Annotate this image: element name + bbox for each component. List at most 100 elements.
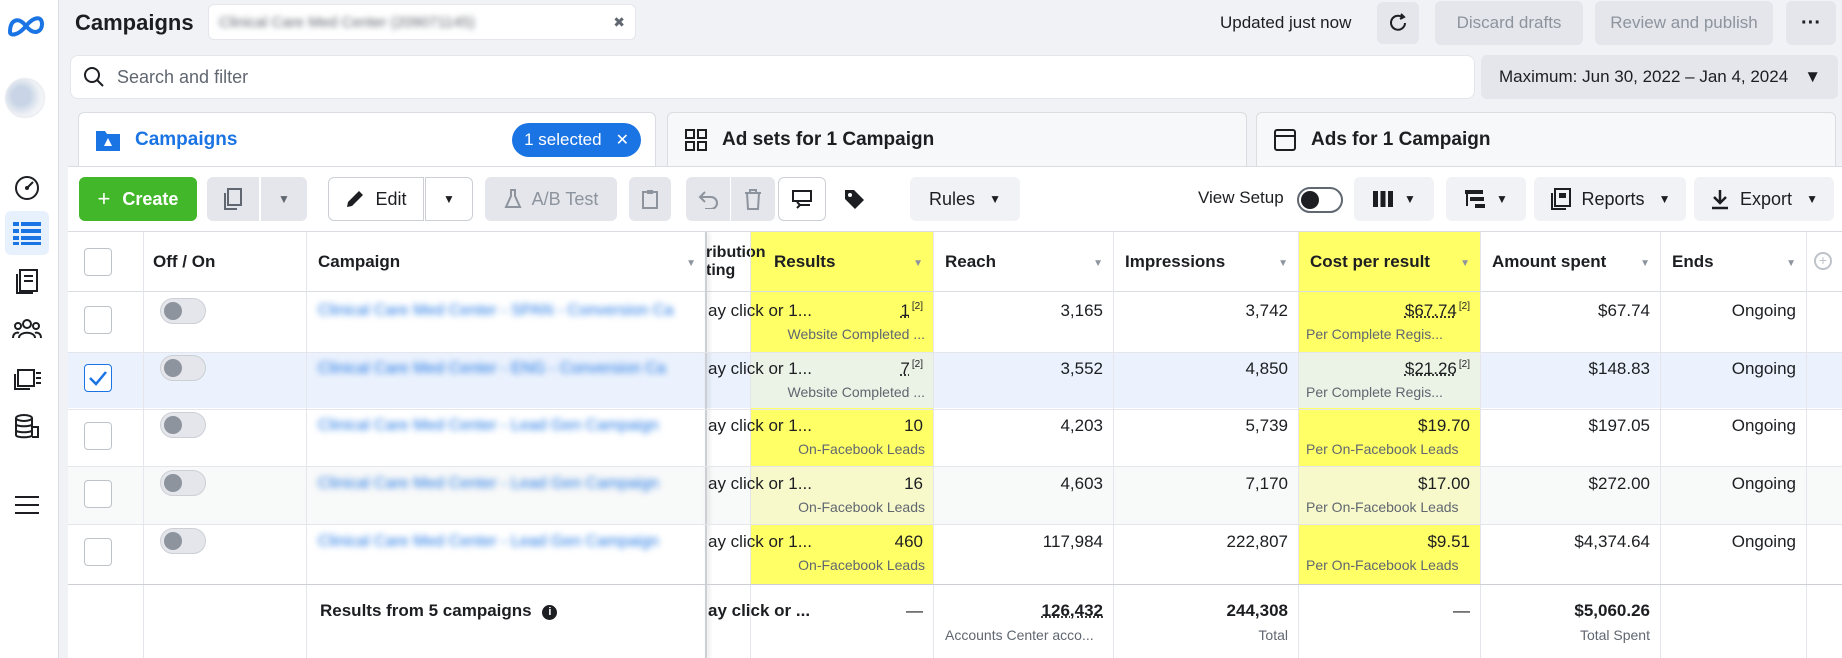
columns-button[interactable]: ▼ <box>1354 177 1434 221</box>
duplicate-dropdown-button[interactable]: ▼ <box>261 177 307 221</box>
ends-cell: Ongoing <box>1731 532 1796 551</box>
header-amount-spent[interactable]: Amount spent ▼ <box>1480 232 1660 292</box>
duplicate-button[interactable] <box>207 177 259 221</box>
rail-overview-button[interactable] <box>5 165 49 209</box>
edit-dropdown-button[interactable]: ▼ <box>425 177 473 221</box>
ad-window-icon <box>1273 128 1297 152</box>
caret-down-icon: ▼ <box>989 192 1001 206</box>
cost-subtext: Per On-Facebook Leads <box>1306 499 1459 515</box>
rail-billing-button[interactable] <box>5 405 49 449</box>
search-bar[interactable] <box>70 55 1475 99</box>
rail-ads-library-button[interactable] <box>5 356 49 400</box>
header-cost-per-result[interactable]: Cost per result ▼ <box>1298 232 1480 292</box>
header-results-label: Results <box>774 252 836 271</box>
discard-drafts-button[interactable]: Discard drafts <box>1435 1 1583 45</box>
row-checkbox[interactable] <box>84 306 112 334</box>
tab-campaigns[interactable]: Campaigns 1 selected ✕ <box>78 112 656 166</box>
campaign-toggle[interactable] <box>160 470 206 496</box>
campaign-name-link[interactable]: Clinical Care Med Center - Lead Gen Camp… <box>318 533 688 551</box>
header-off-on[interactable]: Off / On <box>143 232 305 292</box>
row-checkbox-checked[interactable] <box>84 364 112 392</box>
reports-label: Reports <box>1581 188 1645 209</box>
header-ends[interactable]: Ends ▼ <box>1660 232 1806 292</box>
refresh-button[interactable] <box>1377 2 1419 44</box>
tab-ads[interactable]: Ads for 1 Campaign <box>1256 112 1836 166</box>
rail-audiences-button[interactable] <box>5 307 49 351</box>
campaign-toggle[interactable] <box>160 528 206 554</box>
document-stack-icon <box>16 269 38 294</box>
spent-cell: $148.83 <box>1588 359 1650 378</box>
people-icon <box>12 319 42 339</box>
ab-test-button[interactable]: A/B Test <box>485 177 617 221</box>
more-options-button[interactable]: ··· <box>1786 1 1836 45</box>
results-subtext: Website Completed ... <box>787 326 925 342</box>
toggle-knob <box>1301 191 1319 209</box>
account-avatar[interactable] <box>5 78 45 118</box>
tab-ad-sets[interactable]: Ad sets for 1 Campaign <box>667 112 1247 166</box>
reports-button[interactable]: Reports ▼ <box>1534 177 1686 221</box>
create-button[interactable]: + Create <box>79 177 197 221</box>
rail-menu-button[interactable] <box>5 483 49 527</box>
info-icon[interactable]: i <box>542 605 558 620</box>
results-cell: 7 [2] <box>750 359 923 379</box>
add-column-icon[interactable]: + <box>1814 252 1832 270</box>
plus-icon: + <box>97 186 111 211</box>
account-name: Clinical Care Med Center (209071145) <box>219 13 475 31</box>
campaign-name-link[interactable]: Clinical Care Med Center - Lead Gen Camp… <box>318 417 688 435</box>
row-checkbox[interactable] <box>84 422 112 450</box>
download-icon <box>1712 190 1729 210</box>
create-label: Create <box>122 188 179 209</box>
rules-button[interactable]: Rules ▼ <box>910 177 1020 221</box>
delete-button[interactable] <box>731 177 775 221</box>
view-setup-label: View Setup <box>1198 188 1284 207</box>
row-checkbox[interactable] <box>84 538 112 566</box>
campaign-name-link[interactable]: Clinical Care Med Center - ENG - Convers… <box>318 360 688 378</box>
close-icon[interactable]: ✖ <box>613 14 625 31</box>
breakdown-button[interactable]: ▼ <box>1446 177 1526 221</box>
row-checkbox[interactable] <box>84 480 112 508</box>
header-attribution[interactable]: ribution ting <box>706 232 766 292</box>
impressions-cell: 4,850 <box>1245 359 1288 378</box>
results-subtext: Website Completed ... <box>787 384 925 400</box>
rail-pages-button[interactable] <box>5 259 49 303</box>
clipboard-button[interactable] <box>629 177 671 221</box>
selected-count-pill[interactable]: 1 selected ✕ <box>512 123 641 157</box>
flag-swap-icon <box>792 190 812 209</box>
view-setup-toggle[interactable] <box>1297 187 1343 213</box>
review-publish-button[interactable]: Review and publish <box>1595 1 1773 45</box>
divider <box>1480 232 1481 658</box>
meta-logo-icon[interactable] <box>6 12 46 40</box>
tag-button[interactable] <box>831 177 877 221</box>
campaign-toggle[interactable] <box>160 412 206 438</box>
header-impressions[interactable]: Impressions ▼ <box>1113 232 1298 292</box>
clear-selection-icon[interactable]: ✕ <box>616 130 629 150</box>
header-results[interactable]: Results ▼ <box>750 232 933 292</box>
totals-spent: $5,060.26 <box>1574 601 1650 620</box>
spent-cell: $4,374.64 <box>1574 532 1650 551</box>
campaign-name-link[interactable]: Clinical Care Med Center - SPAN - Conver… <box>318 302 688 320</box>
undo-button[interactable] <box>686 177 730 221</box>
totals-separator <box>68 584 1842 585</box>
top-bar: Campaigns Clinical Care Med Center (2090… <box>59 0 1842 46</box>
cost-footnote: [2] <box>1458 301 1470 313</box>
edit-button[interactable]: Edit <box>328 177 424 221</box>
header-reach[interactable]: Reach ▼ <box>933 232 1113 292</box>
account-selector[interactable]: Clinical Care Med Center (209071145) ✖ <box>208 4 636 40</box>
campaign-toggle[interactable] <box>160 355 206 381</box>
rail-campaigns-button[interactable] <box>5 211 49 255</box>
cost-cell: $21.26 [2] <box>1298 359 1470 379</box>
sort-icon: ▼ <box>1278 258 1288 269</box>
search-input[interactable] <box>117 66 1417 88</box>
select-all-checkbox[interactable] <box>84 248 112 276</box>
reports-icon <box>1550 188 1571 210</box>
export-button[interactable]: Export ▼ <box>1694 177 1834 221</box>
flag-button[interactable] <box>778 177 826 221</box>
header-campaign[interactable]: Campaign ▼ <box>306 232 706 292</box>
results-value: 1 <box>900 301 910 320</box>
date-range-picker[interactable]: Maximum: Jun 30, 2022 – Jan 4, 2024 ▼ <box>1481 55 1838 99</box>
campaign-toggle[interactable] <box>160 298 206 324</box>
ends-cell: Ongoing <box>1731 416 1796 435</box>
ads-manager-window: Campaigns Clinical Care Med Center (2090… <box>0 0 1842 658</box>
campaign-name-link[interactable]: Clinical Care Med Center - Lead Gen Camp… <box>318 475 688 493</box>
flask-icon <box>504 189 522 208</box>
